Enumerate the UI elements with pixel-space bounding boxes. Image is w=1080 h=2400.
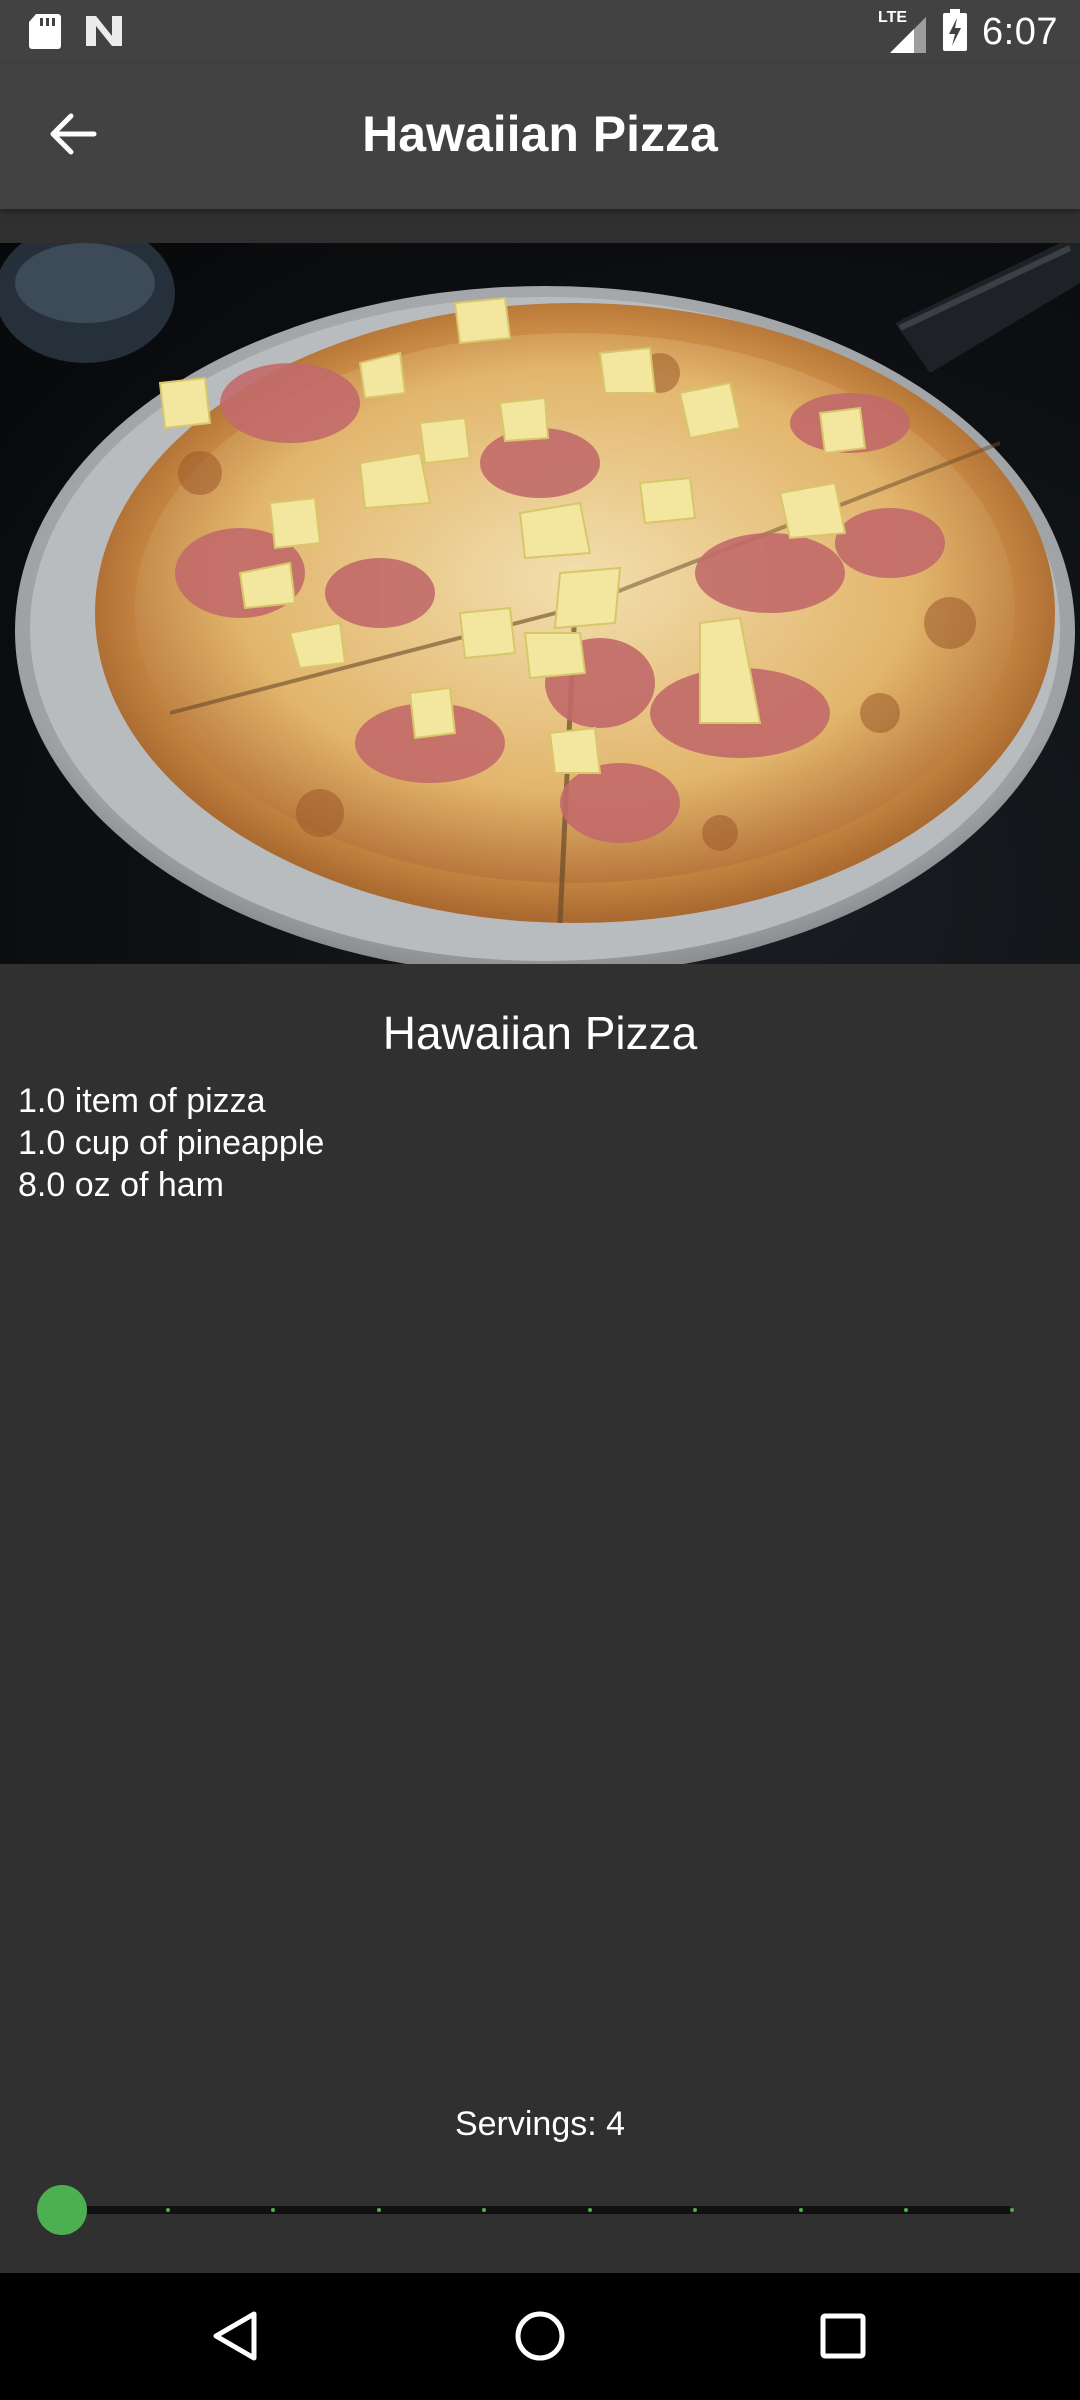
hawaiian-pizza-photo bbox=[0, 243, 1080, 964]
recipe-title: Hawaiian Pizza bbox=[382, 1007, 698, 1059]
recipe-image bbox=[0, 243, 1080, 964]
app-notification-icon bbox=[84, 14, 124, 53]
slider-thumb[interactable] bbox=[37, 2185, 87, 2235]
back-triangle-icon bbox=[212, 2310, 258, 2367]
screen: LTE 6:07 Hawaiian Pizza Hawaiian Pizza 1… bbox=[0, 0, 1080, 2400]
ingredients-list: 1.0 item of pizza 1.0 cup of pineapple 8… bbox=[18, 1080, 324, 1206]
slider-track[interactable] bbox=[62, 2206, 1012, 2214]
status-time: 6:07 bbox=[982, 11, 1058, 53]
sd-card-icon bbox=[28, 12, 62, 55]
recents-square-icon bbox=[819, 2312, 867, 2365]
page-title: Hawaiian Pizza bbox=[362, 106, 718, 162]
home-circle-icon bbox=[514, 2310, 566, 2367]
nav-recents-button[interactable] bbox=[808, 2303, 878, 2373]
slider-tick bbox=[165, 2208, 170, 2212]
lte-signal-icon: LTE bbox=[878, 9, 928, 55]
servings-slider[interactable] bbox=[36, 2185, 1036, 2235]
battery-charging-icon bbox=[942, 8, 968, 57]
status-left-icons bbox=[28, 12, 124, 55]
slider-tick bbox=[798, 2208, 803, 2212]
servings-label: Servings: 4 bbox=[454, 2105, 626, 2143]
nav-back-button[interactable] bbox=[200, 2303, 270, 2373]
status-right-icons: LTE 6:07 bbox=[878, 8, 1058, 57]
slider-tick bbox=[587, 2208, 592, 2212]
slider-tick bbox=[376, 2208, 381, 2212]
ingredient-item: 1.0 item of pizza bbox=[18, 1082, 266, 1120]
app-bar: Hawaiian Pizza bbox=[0, 63, 1080, 209]
ingredient-item: 8.0 oz of ham bbox=[18, 1166, 225, 1204]
status-bar: LTE 6:07 bbox=[0, 0, 1080, 63]
ingredient-item: 1.0 cup of pineapple bbox=[18, 1124, 325, 1162]
slider-tick bbox=[1010, 2208, 1014, 2212]
nav-home-button[interactable] bbox=[505, 2303, 575, 2373]
lte-label: LTE bbox=[878, 8, 908, 26]
system-nav-bar bbox=[0, 2273, 1080, 2400]
